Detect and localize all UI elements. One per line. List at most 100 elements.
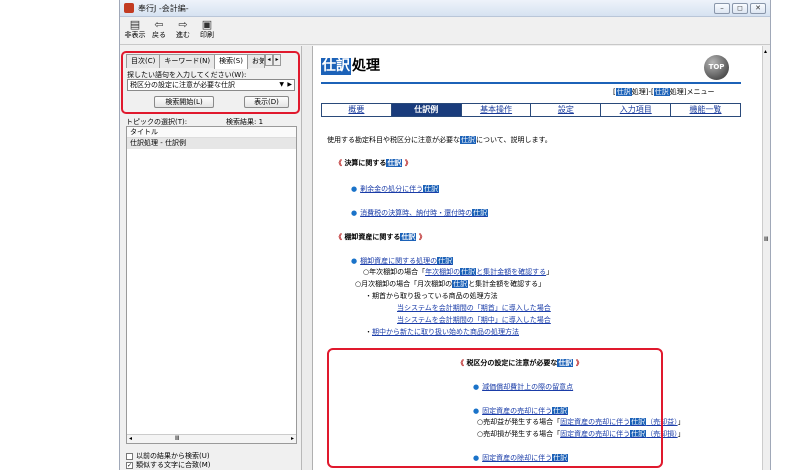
new-items-line: ・期中から新たに取り扱い始めた商品の処理方法	[365, 327, 519, 337]
link-text[interactable]: 固定資産の除却に伴う	[482, 454, 552, 462]
link-depreciation-notes[interactable]: ● 減価償却費計上の際の留意点	[473, 382, 573, 392]
sale-loss-line: ○売却損が発生する場合「固定資産の売却に伴う仕訳（売却損）」	[477, 429, 685, 439]
link-sale-gain[interactable]: 固定資産の売却に伴う仕訳（売却益）	[560, 418, 678, 426]
link-annual-inventory[interactable]: 年次棚卸の仕訳と集計金額を確認する	[425, 268, 546, 276]
tab-journal-examples[interactable]: 仕訳例	[391, 104, 462, 116]
back-button[interactable]: ⇦ 戻る	[148, 18, 170, 40]
hide-label: 非表示	[124, 31, 146, 39]
link-text[interactable]: 当システムを会計期間の「期首」に導入した場合	[397, 304, 551, 312]
restore-button[interactable]: ◻	[732, 2, 748, 14]
link-asset-disposal[interactable]: ● 固定資産の除却に伴う仕訳	[473, 453, 569, 463]
tab-favorites[interactable]: お気	[246, 54, 265, 68]
intro-text: 使用する勘定科目や税区分に注意が必要な仕訳について、説明します。	[327, 135, 552, 145]
forward-button[interactable]: ⇨ 進む	[172, 18, 194, 40]
line-text: ・	[365, 328, 372, 336]
link-text[interactable]: 減価償却費計上の際の留意点	[482, 383, 573, 391]
intro-pre: 使用する勘定科目や税区分に注意が必要な	[327, 136, 460, 144]
link-consumption-tax[interactable]: ● 消費税の決算時、納付時・還付時の仕訳	[351, 208, 489, 218]
scroll-left-icon[interactable]: ◂	[129, 435, 132, 443]
search-input-value: 税区分の設定に注意が必要な仕訳	[130, 81, 235, 89]
search-input[interactable]: 税区分の設定に注意が必要な仕訳 ▼ ▶	[127, 79, 295, 91]
tab-input-items[interactable]: 入力項目	[601, 104, 672, 116]
tab-basic-operations[interactable]: 基本操作	[462, 104, 532, 116]
dropdown-arrow-icon[interactable]: ▼	[279, 80, 284, 90]
link-text[interactable]: （売却益）	[646, 418, 678, 426]
scroll-up-icon[interactable]: ▴	[764, 48, 767, 55]
tab-keyword[interactable]: キーワード(N)	[159, 54, 216, 68]
vertical-scrollbar[interactable]: ▴ Ⅲ	[762, 46, 770, 470]
link-highlight[interactable]: 仕訳	[630, 430, 647, 438]
tab-function-list[interactable]: 機能一覧	[671, 104, 740, 116]
link-text[interactable]: 棚卸資産に関する処理の	[360, 257, 437, 265]
minimize-button[interactable]: –	[714, 2, 730, 14]
pane-splitter[interactable]	[302, 46, 312, 470]
app-icon	[124, 3, 134, 13]
link-highlight[interactable]: 仕訳	[630, 418, 647, 426]
link-highlight[interactable]: 仕訳	[552, 454, 569, 462]
header-divider	[321, 82, 741, 84]
tab-settings[interactable]: 設定	[531, 104, 602, 116]
play-arrow-icon[interactable]: ▶	[287, 80, 292, 90]
link-text[interactable]: 固定資産の売却に伴う	[560, 418, 630, 426]
bullet-icon: ●	[351, 185, 358, 193]
section-title: 棚卸資産に関する	[344, 233, 401, 241]
link-text[interactable]: 剰余金の処分に伴う	[360, 185, 423, 193]
hide-icon: ▤	[129, 18, 141, 31]
match-similar-checkbox[interactable]: ✓ 類似する文字に合致(M)	[126, 460, 211, 470]
link-inventory-processing[interactable]: ● 棚卸資産に関する処理の仕訳	[351, 256, 454, 266]
checkbox-box	[126, 452, 133, 460]
list-item[interactable]: 仕訳処理 - 仕訳例	[127, 138, 296, 149]
link-surplus-appropriation[interactable]: ● 剰余金の処分に伴う仕訳	[351, 184, 440, 194]
close-button[interactable]: ✕	[750, 2, 766, 14]
tab-overview[interactable]: 概要	[322, 104, 392, 116]
link-highlight[interactable]: 仕訳	[460, 268, 477, 276]
scroll-thumb-grip-icon[interactable]: Ⅲ	[175, 435, 179, 443]
forward-arrow-icon: ⇨	[178, 18, 188, 31]
scroll-right-icon[interactable]: ▸	[291, 435, 294, 443]
link-new-items[interactable]: 期中から新たに取り扱い始めた商品の処理方法	[372, 328, 519, 336]
breadcrumb: [仕訳処理]-[仕訳処理]メニュー	[613, 87, 714, 97]
scroll-thumb-grip-icon[interactable]: Ⅲ	[764, 236, 768, 243]
page-title-text: 処理	[352, 58, 380, 74]
link-text[interactable]: 当システムを会計期間の「期中」に導入した場合	[397, 316, 551, 324]
link-text[interactable]: 固定資産の売却に伴う	[482, 407, 552, 415]
link-text[interactable]: 固定資産の売却に伴う	[560, 430, 630, 438]
link-sale-loss[interactable]: 固定資産の売却に伴う仕訳（売却損）	[560, 430, 678, 438]
toolbar: ▤ 非表示 ⇦ 戻る ⇨ 進む ▣ 印刷	[120, 17, 770, 45]
navigation-pane: 目次(C) キーワード(N) 検索(S) お気 ◂ ▸ 探したい語句を入力してく…	[120, 46, 302, 470]
tab-scroll-left-button[interactable]: ◂	[264, 54, 273, 66]
print-label: 印刷	[200, 31, 214, 39]
section-mark: 《	[335, 233, 342, 241]
section-mark: 《	[457, 359, 464, 367]
line-text: 」	[546, 268, 554, 276]
bullet-icon: ●	[351, 257, 358, 265]
link-highlight[interactable]: 仕訳	[423, 185, 440, 193]
link-text[interactable]: 消費税の決算時、納付時・還付時の	[360, 209, 472, 217]
tab-scroll-right-button[interactable]: ▸	[272, 54, 281, 66]
top-icon[interactable]: TOP	[704, 55, 729, 80]
link-intro-mid-term[interactable]: 当システムを会計期間の「期中」に導入した場合	[397, 315, 551, 325]
link-highlight[interactable]: 仕訳	[437, 257, 454, 265]
window-controls: – ◻ ✕	[714, 2, 766, 14]
annual-inventory-line: ○年次棚卸の場合「年次棚卸の仕訳と集計金額を確認する」	[363, 267, 553, 277]
link-highlight[interactable]: 仕訳	[552, 407, 569, 415]
link-text[interactable]: と集計金額を確認する	[476, 268, 546, 276]
link-intro-at-start[interactable]: 当システムを会計期間の「期首」に導入した場合	[397, 303, 551, 313]
link-highlight[interactable]: 仕訳	[472, 209, 489, 217]
hide-button[interactable]: ▤ 非表示	[124, 18, 146, 40]
horizontal-scrollbar[interactable]: ◂ Ⅲ ▸	[127, 434, 296, 443]
link-asset-sale[interactable]: ● 固定資産の売却に伴う仕訳	[473, 406, 569, 416]
tab-contents[interactable]: 目次(C)	[126, 54, 161, 68]
list-header-title[interactable]: タイトル	[127, 127, 296, 138]
page-title: 仕訳 処理	[321, 58, 380, 75]
display-button[interactable]: 表示(D)	[244, 96, 289, 108]
sale-gain-line: ○売却益が発生する場合「固定資産の売却に伴う仕訳（売却益）」	[477, 417, 685, 427]
print-button[interactable]: ▣ 印刷	[196, 18, 218, 40]
link-text[interactable]: 年次棚卸の	[425, 268, 460, 276]
section-title: 税区分の設定に注意が必要な	[466, 359, 558, 367]
tab-search[interactable]: 検索(S)	[214, 54, 248, 69]
crumb-text: 処理]メニュー	[669, 88, 715, 96]
search-start-button[interactable]: 検索開始(L)	[154, 96, 214, 108]
checkbox-box: ✓	[126, 461, 133, 469]
link-text[interactable]: （売却損）	[646, 430, 678, 438]
